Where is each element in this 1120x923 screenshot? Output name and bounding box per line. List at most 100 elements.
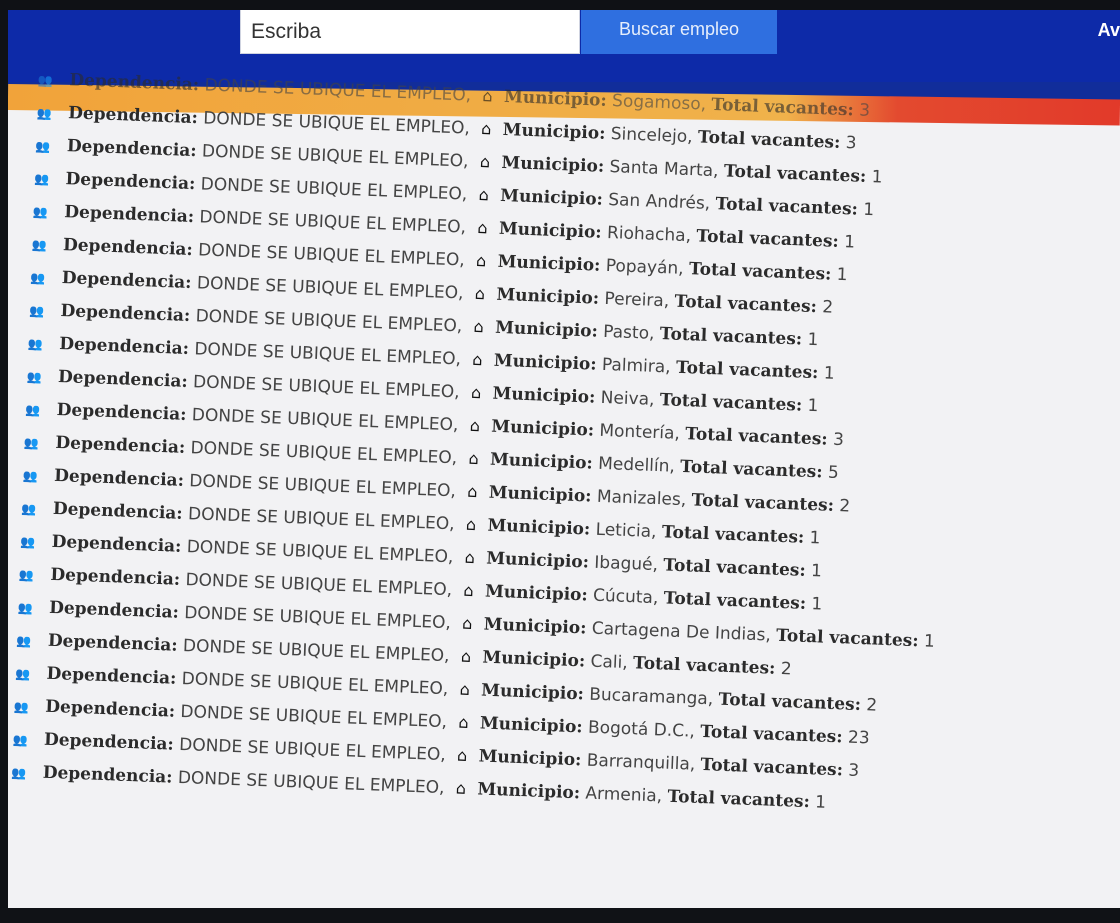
total-vacantes-label: Total vacantes: <box>696 226 840 252</box>
home-icon: ⌂ <box>455 778 467 798</box>
municipio-label: Municipio: <box>490 416 595 441</box>
municipio-value: Santa Marta, <box>609 157 719 182</box>
total-vacantes-label: Total vacantes: <box>723 161 867 187</box>
users-icon: 👥 <box>28 303 43 319</box>
total-vacantes-value: 1 <box>811 594 823 615</box>
search-input[interactable] <box>240 10 580 54</box>
municipio-label: Municipio: <box>483 614 587 639</box>
dependencia-label: Dependencia: <box>56 399 187 425</box>
search-button[interactable]: Buscar empleo <box>581 10 777 54</box>
municipio-label: Municipio: <box>492 383 596 408</box>
dependencia-label: Dependencia: <box>47 630 178 656</box>
total-vacantes-label: Total vacantes: <box>663 588 807 614</box>
municipio-label: Municipio: <box>477 779 581 804</box>
home-icon: ⌂ <box>465 514 477 535</box>
users-icon: 👥 <box>19 534 34 550</box>
users-icon: 👥 <box>12 732 26 748</box>
home-icon: ⌂ <box>460 646 472 667</box>
dependencia-label: Dependencia: <box>67 103 199 129</box>
dependencia-value: DONDE SE UBIQUE EL EMPLEO, <box>186 537 454 568</box>
dependencia-label: Dependencia: <box>53 465 185 491</box>
total-vacantes-label: Total vacantes: <box>711 94 855 121</box>
dependencia-label: Dependencia: <box>51 531 182 557</box>
total-vacantes-label: Total vacantes: <box>667 786 811 813</box>
users-icon: 👥 <box>22 468 37 484</box>
dependencia-label: Dependencia: <box>48 597 180 623</box>
dependencia-value: DONDE SE UBIQUE EL EMPLEO, <box>202 108 471 139</box>
total-vacantes-value: 1 <box>823 363 835 384</box>
municipio-value: Bogotá D.C., <box>587 717 696 742</box>
total-vacantes-value: 2 <box>780 658 793 680</box>
users-icon: 👥 <box>16 633 30 649</box>
users-icon: 👥 <box>13 699 28 715</box>
municipio-label: Municipio: <box>484 581 589 606</box>
municipio-value: Sincelejo, <box>610 124 693 148</box>
dependencia-value: DONDE SE UBIQUE EL EMPLEO, <box>204 75 472 106</box>
municipio-label: Municipio: <box>488 482 592 507</box>
municipio-label: Municipio: <box>497 251 601 276</box>
dependencia-label: Dependencia: <box>50 564 181 590</box>
municipio-value: Pasto, <box>602 321 655 344</box>
screen-bezel <box>0 908 1120 923</box>
home-icon: ⌂ <box>477 217 488 238</box>
total-vacantes-label: Total vacantes: <box>775 625 919 652</box>
total-vacantes-value: 2 <box>865 695 878 716</box>
dependencia-value: DONDE SE UBIQUE EL EMPLEO, <box>182 635 450 667</box>
municipio-value: Riohacha, <box>606 222 692 247</box>
users-icon: 👥 <box>37 73 52 88</box>
total-vacantes-value: 5 <box>827 462 840 484</box>
total-vacantes-value: 3 <box>832 429 845 451</box>
dependencia-label: Dependencia: <box>58 334 190 359</box>
total-vacantes-value: 1 <box>923 631 936 652</box>
total-vacantes-label: Total vacantes: <box>675 357 819 384</box>
users-icon: 👥 <box>11 765 25 780</box>
municipio-value: Cartagena De Indias, <box>591 618 772 646</box>
municipio-value: Bucaramanga, <box>588 684 714 710</box>
municipio-value: Montería, <box>599 420 681 444</box>
total-vacantes-label: Total vacantes: <box>697 127 841 153</box>
home-icon: ⌂ <box>469 415 481 436</box>
total-vacantes-value: 1 <box>809 527 821 549</box>
municipio-label: Municipio: <box>494 317 599 342</box>
municipio-label: Municipio: <box>503 86 608 111</box>
vacancies-list: 👥 Dependencia: DONDE SE UBIQUE EL EMPLEO… <box>8 70 1097 910</box>
users-icon: 👥 <box>33 171 48 187</box>
users-icon: 👥 <box>25 402 39 418</box>
total-vacantes-value: 1 <box>814 792 827 813</box>
home-icon: ⌂ <box>466 481 478 502</box>
top-right-link[interactable]: Av <box>1098 20 1120 41</box>
total-vacantes-label: Total vacantes: <box>715 194 859 220</box>
total-vacantes-value: 1 <box>871 167 883 188</box>
home-icon: ⌂ <box>463 580 474 601</box>
dependencia-label: Dependencia: <box>62 235 194 261</box>
dependencia-label: Dependencia: <box>57 366 189 392</box>
total-vacantes-label: Total vacantes: <box>684 424 828 450</box>
home-icon: ⌂ <box>474 283 486 304</box>
dependencia-value: DONDE SE UBIQUE EL EMPLEO, <box>200 174 468 205</box>
dependencia-label: Dependencia: <box>63 202 195 228</box>
home-icon: ⌂ <box>458 712 469 732</box>
dependencia-label: Dependencia: <box>46 663 177 689</box>
home-icon: ⌂ <box>478 185 490 205</box>
total-vacantes-label: Total vacantes: <box>718 689 862 716</box>
municipio-label: Municipio: <box>478 746 582 771</box>
total-vacantes-label: Total vacantes: <box>691 490 835 516</box>
screen: Buscar empleo Av 👥 Dependencia: DONDE SE… <box>8 10 1120 910</box>
total-vacantes-value: 1 <box>807 329 819 351</box>
total-vacantes-value: 1 <box>843 232 856 253</box>
municipio-label: Municipio: <box>502 119 606 144</box>
municipio-label: Municipio: <box>499 185 604 210</box>
municipio-value: Medellín, <box>597 453 676 477</box>
municipio-value: Palmira, <box>601 354 672 378</box>
users-icon: 👥 <box>17 600 31 616</box>
dependencia-value: DONDE SE UBIQUE EL EMPLEO, <box>178 734 447 766</box>
municipio-value: Cúcuta, <box>592 585 659 609</box>
dependencia-value: DONDE SE UBIQUE EL EMPLEO, <box>188 471 457 502</box>
municipio-value: Manizales, <box>596 486 687 511</box>
home-icon: ⌂ <box>473 316 485 337</box>
municipio-label: Municipio: <box>482 647 586 672</box>
municipio-label: Municipio: <box>493 350 597 375</box>
municipio-label: Municipio: <box>498 218 603 243</box>
total-vacantes-label: Total vacantes: <box>632 653 776 679</box>
total-vacantes-label: Total vacantes: <box>659 324 803 350</box>
